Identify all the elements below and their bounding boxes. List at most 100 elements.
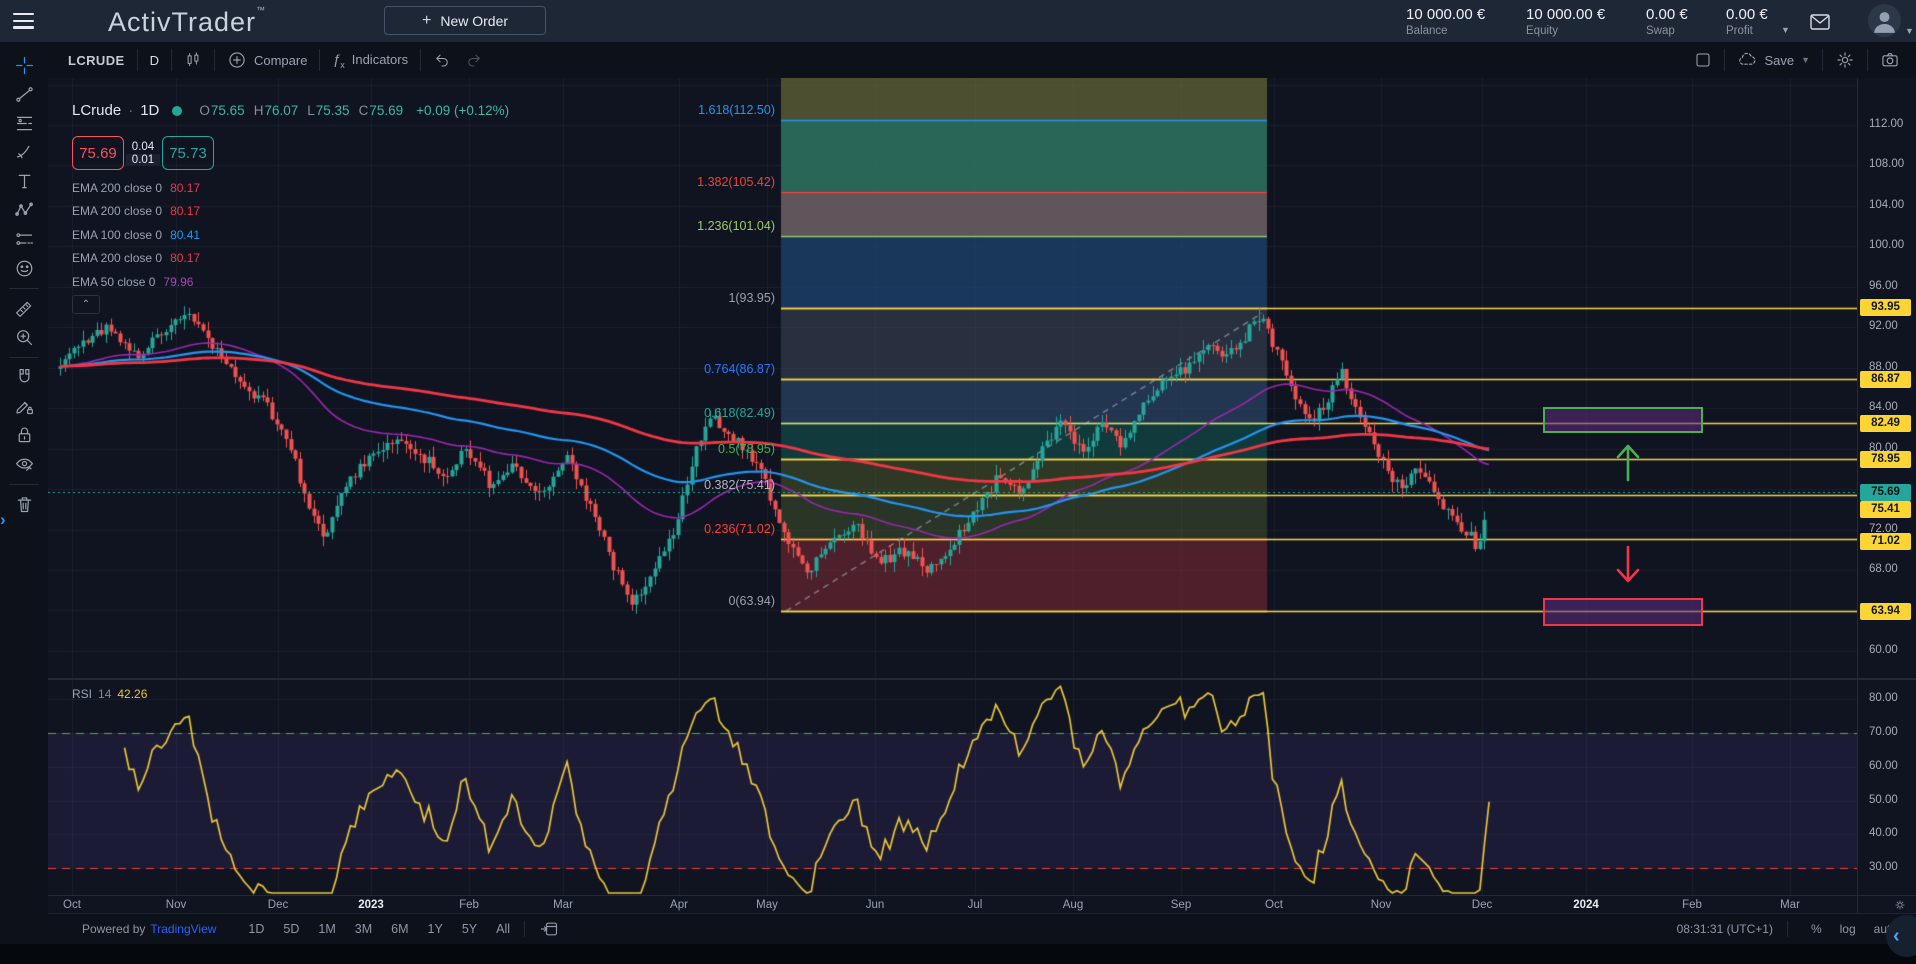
toolbar-divider [9,288,39,289]
month-label[interactable]: Oct [50,899,94,911]
log-scale-button[interactable]: log [1840,922,1856,936]
ema-legend-row[interactable]: EMA 100 close 080.41 [72,223,200,247]
ruler-tool[interactable] [7,294,41,323]
month-label[interactable]: Nov [1359,899,1403,911]
ema-legend-row[interactable]: EMA 200 close 080.17 [72,247,200,271]
fib-level-label: 0.5(78.95) [718,442,775,456]
rsi-tick: 60.00 [1869,760,1898,772]
month-label[interactable]: Mar [1768,899,1812,911]
month-label[interactable]: Feb [1670,899,1714,911]
fib-level-label: 1.382(105.42) [697,175,775,189]
new-order-button[interactable]: + New Order [384,6,546,35]
undo-icon [433,51,451,69]
ema-legend-row[interactable]: EMA 200 close 080.17 [72,176,200,200]
month-label[interactable]: Dec [1460,899,1504,911]
save-layout-button[interactable]: Save ▼ [1737,50,1810,70]
session-clock[interactable]: 08:31:31 (UTC+1) [1677,922,1773,936]
avatar[interactable] [1868,4,1901,37]
range-5d-button[interactable]: 5D [283,922,299,936]
lock-tool[interactable] [7,421,41,450]
range-all-button[interactable]: All [496,922,510,936]
interval-button[interactable]: D [150,53,159,68]
range-3m-button[interactable]: 3M [355,922,372,936]
layout-select-button[interactable] [1694,51,1712,69]
time-axis[interactable]: Oct Nov Dec 2023 Feb Mar Apr May Jun Jul Aug Sep Oct… [48,895,1857,914]
indicators-button[interactable]: ƒx Indicators [332,51,408,70]
price-line-badge[interactable]: 71.02 [1860,533,1911,550]
forecast-tool[interactable] [7,225,41,254]
range-6m-button[interactable]: 6M [391,922,408,936]
chart-toolbar: LCRUDE D Compare ƒx Indicators [48,42,1916,78]
fib-retracement-tool[interactable] [7,109,41,138]
pane-separator[interactable] [48,678,1916,680]
trend-line-tool[interactable] [7,80,41,109]
price-axis[interactable]: 112.00108.00104.00100.0096.0092.0088.008… [1857,78,1916,895]
month-label[interactable]: Jun [853,899,897,911]
range-5y-button[interactable]: 5Y [462,922,477,936]
brush-tool[interactable] [7,138,41,167]
rsi-tick: 30.00 [1869,861,1898,873]
app-logo: ActivTrader™ [108,5,265,38]
rsi-legend: RSI 14 42.26 [72,687,147,701]
percent-scale-button[interactable]: % [1811,922,1822,936]
legend-symbol[interactable]: LCrude [72,102,121,119]
axis-settings-corner[interactable] [1857,895,1916,914]
up-arrow-icon[interactable] [1611,440,1645,489]
sun-icon [1893,898,1907,912]
price-line-badge[interactable]: 78.95 [1860,451,1911,468]
avatar-chevron-down-icon[interactable]: ▼ [1905,26,1914,36]
sell-bid-button[interactable]: 75.69 [72,136,124,170]
price-line-badge[interactable]: 75.69 [1860,484,1911,501]
month-label[interactable]: May [745,899,789,911]
redo-button[interactable] [465,51,483,69]
month-label[interactable]: Dec [256,899,300,911]
buy-target-box[interactable] [1543,407,1703,433]
month-label[interactable]: Oct [1252,899,1296,911]
range-1d-button[interactable]: 1D [248,922,264,936]
price-line-badge[interactable]: 86.87 [1860,371,1911,388]
ema-legend-row[interactable]: EMA 50 close 079.96 [72,270,200,294]
go-to-date-button[interactable] [539,919,559,939]
crosshair-tool[interactable] [7,51,41,80]
zoom-in-tool[interactable] [7,323,41,352]
emoji-tool[interactable] [7,254,41,283]
accounts-chevron-down-icon[interactable]: ▼ [1781,25,1790,35]
tradingview-link[interactable]: TradingView [150,922,216,936]
price-chart-canvas[interactable] [48,78,1857,895]
undo-button[interactable] [433,51,451,69]
compare-button[interactable]: Compare [227,50,307,70]
screenshot-button[interactable] [1880,50,1900,70]
price-line-badge[interactable]: 63.94 [1860,603,1911,620]
ema-legend-row[interactable]: EMA 200 close 080.17 [72,200,200,224]
mail-icon[interactable] [1808,10,1832,32]
range-1m-button[interactable]: 1M [318,922,335,936]
month-label[interactable]: Aug [1051,899,1095,911]
month-label[interactable]: Jul [953,899,997,911]
menu-icon[interactable] [13,13,34,29]
watchlist-expand-chevron-icon[interactable]: › [0,508,13,532]
chart-settings-button[interactable] [1835,50,1855,70]
xabcd-pattern-tool[interactable] [7,196,41,225]
sell-target-box[interactable] [1543,598,1703,626]
eye-icon [14,454,35,475]
price-line-badge[interactable]: 75.41 [1860,501,1911,518]
buy-ask-button[interactable]: 75.73 [162,136,214,170]
text-tool[interactable] [7,167,41,196]
year-label[interactable]: 2023 [349,899,393,911]
month-label[interactable]: Feb [447,899,491,911]
drawing-lock-tool[interactable] [7,392,41,421]
month-label[interactable]: Nov [154,899,198,911]
month-label[interactable]: Mar [541,899,585,911]
legend-collapse-button[interactable]: ⌃ [72,295,100,314]
magnet-tool[interactable] [7,363,41,392]
month-label[interactable]: Sep [1159,899,1203,911]
price-line-badge[interactable]: 82.49 [1860,415,1911,432]
down-arrow-icon[interactable] [1611,543,1645,592]
eye-tool[interactable] [7,450,41,479]
chart-style-button[interactable] [184,51,202,69]
price-line-badge[interactable]: 93.95 [1860,299,1911,316]
symbol-button[interactable]: LCRUDE [68,53,125,68]
month-label[interactable]: Apr [657,899,701,911]
year-label[interactable]: 2024 [1564,899,1608,911]
range-1y-button[interactable]: 1Y [428,922,443,936]
